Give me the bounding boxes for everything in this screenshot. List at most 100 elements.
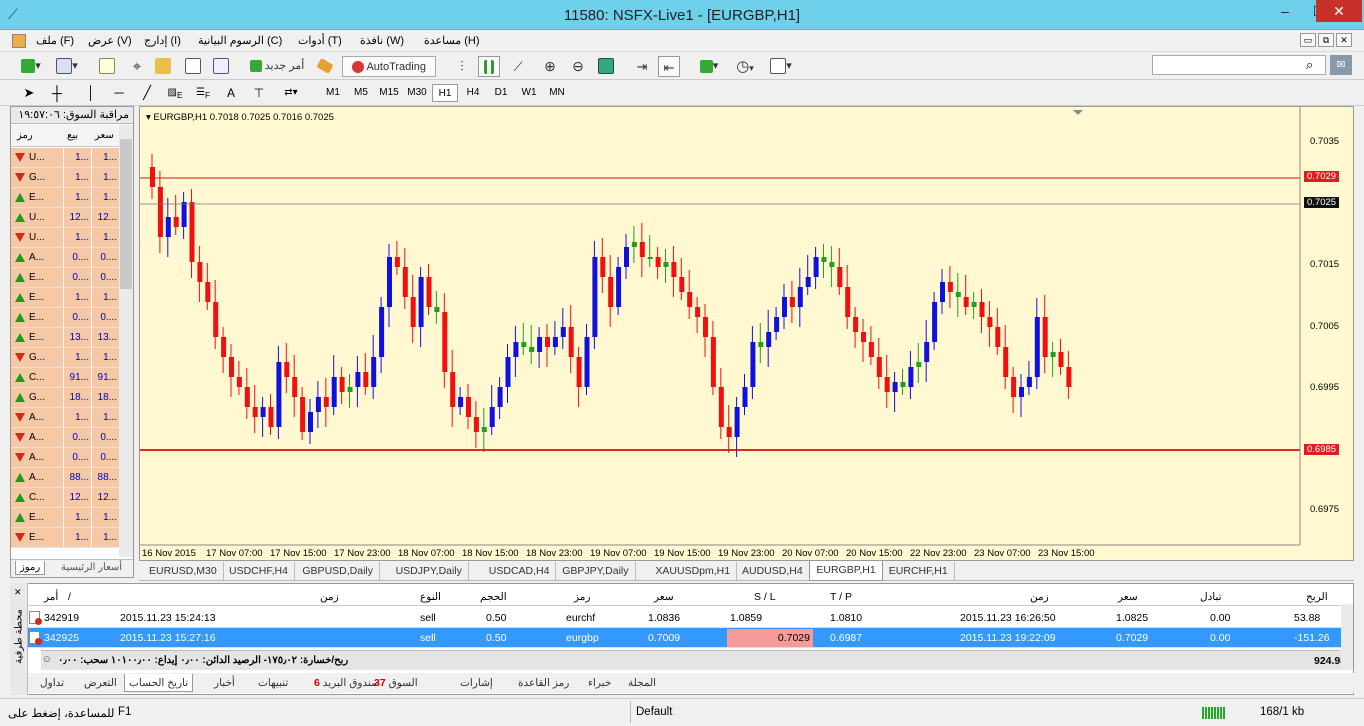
market-watch-scrollbar[interactable] (119, 125, 133, 557)
close-button[interactable]: ✕ (1316, 0, 1362, 22)
market-watch-row[interactable]: U... 1... 1... (11, 228, 119, 248)
chat-icon[interactable]: ✉ (1330, 55, 1352, 75)
profiles-button[interactable]: ▾ (52, 56, 82, 77)
bar-chart-button[interactable]: ⫶ (452, 56, 472, 77)
col-symbol[interactable]: رمز (571, 588, 594, 606)
market-watch-row[interactable]: U... 1... 1... (11, 148, 119, 168)
market-watch-row[interactable]: C... 12... 12... (11, 488, 119, 508)
chart-tab[interactable]: USDCAD,H4 (483, 562, 557, 580)
terminal-tab[interactable]: تاريخ الحساب (124, 674, 194, 692)
tile-windows-button[interactable] (596, 56, 616, 77)
terminal-tab[interactable]: خبراء (584, 674, 615, 692)
col-profit[interactable]: الربح (1303, 588, 1331, 606)
timeframe-d1[interactable]: D1 (488, 84, 514, 102)
timeframe-w1[interactable]: W1 (516, 84, 542, 102)
text-label-tool[interactable]: ⊤ (246, 84, 272, 102)
menu-help[interactable]: مساعدة (H) (424, 34, 480, 47)
menu-window[interactable]: نافذة (W) (360, 34, 404, 47)
side-close-icon[interactable]: ✕ (14, 587, 22, 598)
tab-main-prices[interactable]: أسعار الرئيسية (61, 562, 122, 573)
market-watch-row[interactable]: G... 18... 18... (11, 388, 119, 408)
terminal-tab[interactable]: تداول (36, 674, 68, 692)
market-watch-row[interactable]: U... 12... 12... (11, 208, 119, 228)
market-watch-row[interactable]: E... 1... 1... (11, 528, 119, 548)
metaeditor-button[interactable] (314, 56, 336, 77)
mdi-close-button[interactable]: ✕ (1336, 33, 1352, 47)
col-bid[interactable]: بيع (67, 130, 78, 141)
menu-insert[interactable]: إدارج (I) (144, 34, 181, 47)
trendline-tool[interactable]: ╱ (134, 84, 160, 102)
terminal-tab[interactable]: التعرض (80, 674, 121, 692)
market-watch-row[interactable]: G... 1... 1... (11, 348, 119, 368)
candlestick-button[interactable] (478, 56, 500, 77)
timeframe-h4[interactable]: H4 (460, 84, 486, 102)
chart-area[interactable]: ▾ EURGBP,H1 0.7018 0.7025 0.7016 0.7025 … (139, 106, 1354, 561)
col-order[interactable]: أمر (41, 588, 61, 606)
price-chart[interactable] (140, 107, 1354, 561)
autotrading-button[interactable]: AutoTrading (342, 56, 436, 77)
zoom-in-button[interactable]: ⊕ (540, 56, 560, 77)
periods-button[interactable]: ◷▾ (730, 56, 760, 77)
market-watch-row[interactable]: A... 0.... 0.... (11, 248, 119, 268)
timeframe-h1[interactable]: H1 (432, 84, 458, 102)
terminal-button[interactable] (182, 56, 204, 77)
favorites-button[interactable] (152, 56, 174, 77)
scroll-thumb[interactable] (120, 139, 132, 289)
market-watch-button[interactable] (96, 56, 118, 77)
scroll-chart-button[interactable]: ⇥ (632, 56, 652, 77)
market-watch-row[interactable]: A... 88... 88... (11, 468, 119, 488)
templates-button[interactable]: ▾ (766, 56, 796, 77)
col-close-time[interactable]: زمن (1027, 588, 1052, 606)
mdi-restore-button[interactable]: ⧉ (1318, 33, 1334, 47)
col-volume[interactable]: الحجم (477, 588, 510, 606)
history-row[interactable]: 342925 2015.11.23 15:27:16 sell 0.50 eurgbp 0… (27, 628, 1353, 648)
indicators-button[interactable]: ▾ (694, 56, 724, 77)
fibonacci-tool[interactable]: ☰F (190, 84, 216, 102)
market-watch-row[interactable]: E... 1... 1... (11, 288, 119, 308)
timeframe-m15[interactable]: M15 (376, 84, 402, 102)
market-watch-row[interactable]: G... 1... 1... (11, 168, 119, 188)
new-chart-button[interactable]: ▾ (16, 56, 46, 77)
terminal-tab[interactable]: السوق 37 (370, 674, 422, 692)
market-watch-row[interactable]: A... 0.... 0.... (11, 448, 119, 468)
col-type[interactable]: النوع (417, 588, 444, 606)
col-close-price[interactable]: سعر (1115, 588, 1141, 606)
chart-tab[interactable]: USDJPY,Daily (390, 562, 469, 580)
equidistant-channel-tool[interactable]: ▨E (162, 84, 188, 102)
mdi-minimize-button[interactable]: ▭ (1300, 33, 1316, 47)
market-watch-row[interactable]: A... 1... 1... (11, 408, 119, 428)
chart-shift-button[interactable]: ⇤ (658, 56, 680, 77)
menu-tools[interactable]: أدوات (T) (298, 34, 342, 47)
terminal-tab[interactable]: أخبار (210, 674, 239, 692)
chart-window-icon[interactable] (12, 34, 26, 48)
terminal-tab[interactable]: إشارات (456, 674, 497, 692)
col-time[interactable]: زمن (317, 588, 342, 606)
col-price[interactable]: سعر (651, 588, 677, 606)
cursor-tool[interactable]: ➤ (16, 84, 42, 102)
search-icon[interactable]: ⌕ (1306, 57, 1313, 73)
tab-symbols[interactable]: رموز (15, 561, 46, 575)
crosshair-tool[interactable]: ┼ (44, 84, 70, 102)
chart-tab[interactable]: AUDUSD,H4 (736, 562, 810, 580)
navigator-button[interactable]: ⌖ (126, 56, 148, 77)
arrows-tool[interactable]: ⇄▾ (276, 84, 306, 102)
line-chart-button[interactable]: ⟋ (508, 56, 528, 77)
menu-file[interactable]: ملف (F) (36, 34, 74, 47)
market-watch-row[interactable]: E... 0.... 0.... (11, 308, 119, 328)
market-watch-row[interactable]: E... 13... 13... (11, 328, 119, 348)
menu-view[interactable]: عرض (V) (88, 34, 132, 47)
chart-tab[interactable]: GBPUSD,Daily (296, 562, 380, 580)
text-tool[interactable]: A (218, 84, 244, 102)
market-watch-row[interactable]: E... 1... 1... (11, 188, 119, 208)
col-swap[interactable]: تبادل (1197, 588, 1225, 606)
col-ask[interactable]: سعر (95, 130, 114, 141)
search-input[interactable] (1152, 55, 1326, 75)
market-watch-row[interactable]: E... 0.... 0.... (11, 268, 119, 288)
new-order-button[interactable]: أمر جديد (244, 56, 310, 77)
col-sl[interactable]: S / L (751, 588, 779, 606)
chart-tab[interactable]: GBPJPY,Daily (556, 562, 636, 580)
vertical-line-tool[interactable]: │ (78, 84, 104, 102)
chart-tab[interactable]: EURGBP,H1 (809, 561, 883, 581)
menu-charts[interactable]: الرسوم البيانية (C) (198, 34, 282, 47)
chart-tab[interactable]: EURCHF,H1 (883, 562, 955, 580)
